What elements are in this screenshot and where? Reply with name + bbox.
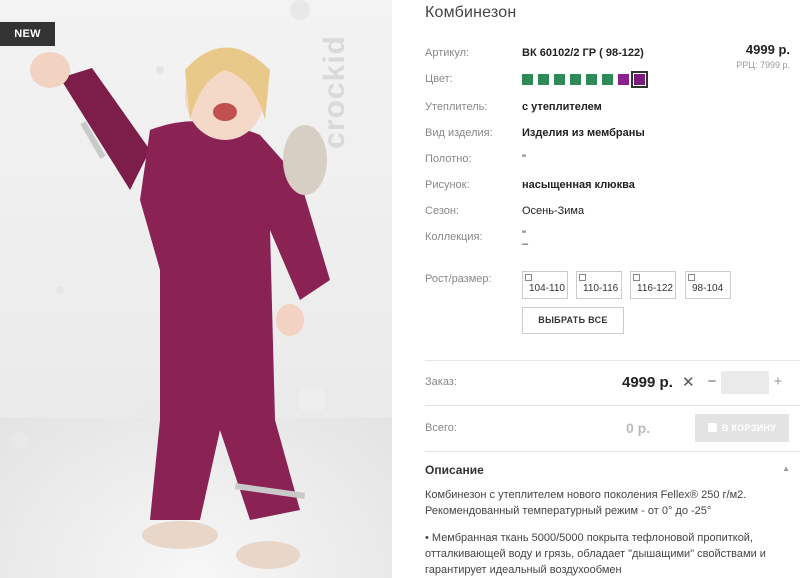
qty-input[interactable]	[721, 371, 769, 394]
color-swatch[interactable]	[554, 74, 565, 85]
product-photo[interactable]: NEW crockid	[0, 0, 392, 578]
size-checkbox[interactable]	[633, 274, 640, 281]
size-chip-label: 110-116	[583, 283, 619, 294]
size-chip-label: 116-122	[637, 283, 673, 294]
spec-value: "	[522, 153, 526, 165]
size-chip[interactable]: 104-110	[522, 271, 568, 299]
spec-label: Вид изделия:	[425, 127, 493, 139]
cart-bag-icon	[707, 423, 717, 432]
spec-row-collection: Коллекция: " –	[425, 229, 800, 257]
spec-row-insulation: Утеплитель: с утеплителем	[425, 101, 800, 121]
collapse-arrow-icon[interactable]: ▲	[782, 464, 790, 473]
divider	[425, 451, 800, 452]
divider	[425, 360, 800, 361]
spec-row-type: Вид изделия: Изделия из мембраны	[425, 127, 800, 147]
size-chip[interactable]: 116-122	[630, 271, 676, 299]
spec-value: " –	[522, 229, 529, 250]
brand-watermark: crockid	[318, 20, 378, 160]
color-swatch[interactable]	[586, 74, 597, 85]
description-heading: Описание	[425, 463, 484, 477]
spec-row-pattern: Рисунок: насыщенная клюква	[425, 179, 800, 199]
spec-row-article: Артикул: ВК 60102/2 ГР ( 98-122)	[425, 47, 800, 67]
size-chip[interactable]: 98-104	[685, 271, 731, 299]
spec-value: ВК 60102/2 ГР ( 98-122)	[522, 47, 644, 59]
divider	[425, 405, 800, 406]
spec-label: Цвет:	[425, 73, 453, 85]
size-checkbox[interactable]	[525, 274, 532, 281]
spec-value: Осень-Зима	[522, 205, 585, 217]
spec-label: Сезон:	[425, 205, 459, 217]
size-checkbox[interactable]	[688, 274, 695, 281]
size-chip[interactable]: 110-116	[576, 271, 622, 299]
color-swatch[interactable]	[522, 74, 533, 85]
product-title: Комбинезон	[425, 4, 517, 21]
spec-value: Изделия из мембраны	[522, 127, 645, 139]
color-swatch[interactable]	[618, 74, 629, 85]
select-all-button[interactable]: ВЫБРАТЬ ВСЕ	[522, 307, 624, 334]
order-label: Заказ:	[425, 376, 457, 388]
color-swatch[interactable]	[538, 74, 549, 85]
brand-watermark-text: crockid	[317, 35, 351, 149]
times-icon: ✕	[682, 374, 695, 391]
size-chip-label: 98-104	[692, 283, 724, 294]
total-value: 0 р.	[626, 420, 651, 436]
spec-value: с утеплителем	[522, 101, 602, 113]
color-swatch-selected[interactable]	[631, 71, 648, 88]
qty-minus-button[interactable]: −	[705, 370, 719, 394]
add-to-cart-label: В КОРЗИНУ	[721, 423, 777, 433]
description-paragraph: • Мембранная ткань 5000/5000 покрыта теф…	[425, 532, 766, 576]
order-price: 4999 р.	[622, 374, 673, 391]
total-label: Всего:	[425, 422, 457, 434]
spec-row-season: Сезон: Осень-Зима	[425, 205, 800, 225]
spec-row-fabric: Полотно: "	[425, 153, 800, 173]
qty-plus-button[interactable]: +	[771, 370, 785, 394]
add-to-cart-button[interactable]: В КОРЗИНУ	[695, 414, 789, 442]
size-checkbox[interactable]	[579, 274, 586, 281]
color-swatch[interactable]	[570, 74, 581, 85]
size-chip-label: 104-110	[529, 283, 565, 294]
product-info-panel: Комбинезон 4999 р. РРЦ: 7999 р. Артикул:…	[425, 0, 800, 578]
spec-value: насыщенная клюква	[522, 179, 635, 191]
color-swatches	[522, 71, 650, 90]
new-badge: NEW	[0, 22, 55, 46]
spec-label: Артикул:	[425, 47, 470, 59]
spec-label: Рисунок:	[425, 179, 470, 191]
description-paragraph: Комбинезон с утеплителем нового поколени…	[425, 489, 747, 517]
spec-label: Утеплитель:	[425, 101, 488, 113]
sizes-label: Рост/размер:	[425, 273, 492, 285]
description-header[interactable]: Описание ▲	[425, 463, 800, 483]
spec-label: Полотно:	[425, 153, 472, 165]
color-swatch[interactable]	[602, 74, 613, 85]
spec-label: Коллекция:	[425, 231, 483, 243]
